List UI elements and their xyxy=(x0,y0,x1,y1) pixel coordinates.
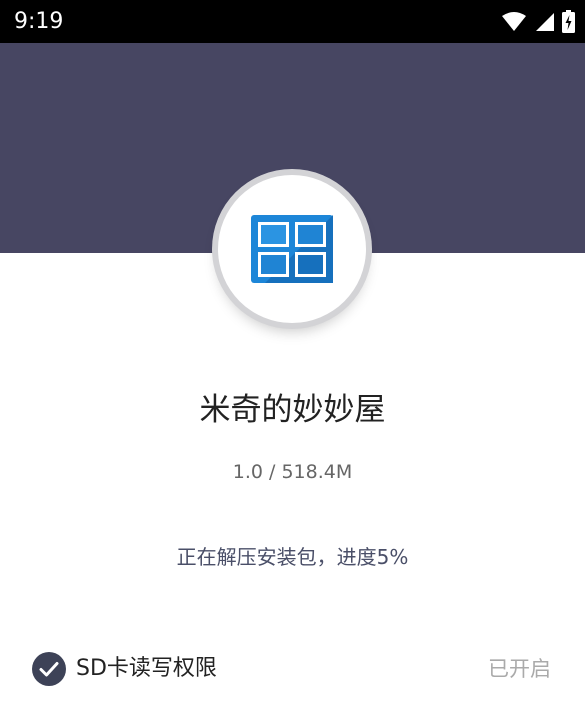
permission-label: SD卡读写权限 xyxy=(76,656,217,681)
status-time: 9:19 xyxy=(14,9,64,34)
check-circle-icon xyxy=(32,652,66,686)
app-size-text: 1.0 / 518.4M xyxy=(232,461,353,483)
windows-logo-icon xyxy=(251,215,333,283)
cellular-signal-icon xyxy=(536,12,554,31)
wifi-icon xyxy=(502,11,526,31)
app-icon-container xyxy=(218,175,366,323)
install-progress-text: 正在解压安装包，进度5% xyxy=(176,545,409,569)
status-icons xyxy=(502,8,575,35)
permission-row-sd-card: SD卡读写权限 已开启 xyxy=(0,640,585,700)
battery-charging-icon xyxy=(562,10,575,33)
status-bar: 9:19 xyxy=(0,0,585,43)
permission-status: 已开启 xyxy=(488,657,551,681)
app-name: 米奇的妙妙屋 xyxy=(199,392,386,428)
